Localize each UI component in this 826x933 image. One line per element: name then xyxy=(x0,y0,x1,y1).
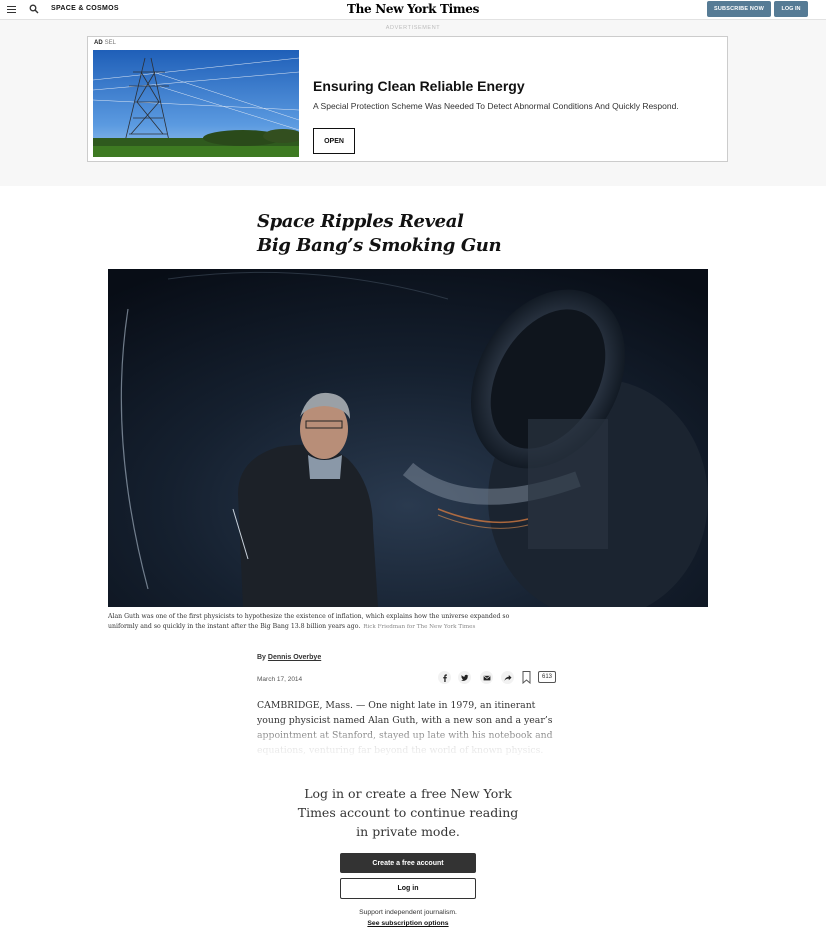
ad-open-button[interactable]: OPEN xyxy=(313,128,355,154)
image-caption: Alan Guth was one of the first physicist… xyxy=(108,612,538,632)
byline: By Dennis Overbye xyxy=(257,654,321,661)
ad-image-power-tower[interactable] xyxy=(93,50,299,157)
twitter-share-button[interactable] xyxy=(458,671,471,684)
headline-line-1: Space Ripples Reveal xyxy=(257,211,464,232)
share-arrow-icon xyxy=(504,674,511,681)
ad-card[interactable]: AD SEL Ensuring Clean Reliable Energy A … xyxy=(87,36,728,162)
headline-line-2: Big Bang’s Smoking Gun xyxy=(257,235,502,256)
subscription-options-link[interactable]: See subscription options xyxy=(0,920,816,927)
more-share-button[interactable] xyxy=(501,671,514,684)
email-icon xyxy=(483,675,490,680)
byline-prefix: By xyxy=(257,654,266,661)
ad-description: A Special Protection Scheme Was Needed T… xyxy=(313,101,679,111)
article-headline: Space Ripples Reveal Big Bang’s Smoking … xyxy=(257,210,577,258)
top-bar: SPACE & COSMOS The New York Times SUBSCR… xyxy=(0,0,826,20)
author-link[interactable]: Dennis Overbye xyxy=(268,654,321,661)
ad-title[interactable]: Ensuring Clean Reliable Energy xyxy=(313,78,525,94)
paywall-fade-overlay xyxy=(240,722,580,762)
ad-band: ADVERTISEMENT AD SEL Ensuring Clean Reli… xyxy=(0,20,826,186)
ad-tag: AD SEL xyxy=(94,40,117,46)
header-login-button[interactable]: LOG IN xyxy=(774,1,808,17)
comment-count-badge[interactable]: 613 xyxy=(538,671,556,683)
subscribe-button[interactable]: SUBSCRIBE NOW xyxy=(707,1,771,17)
masthead-logo[interactable]: The New York Times xyxy=(0,2,826,16)
hero-image-telescope xyxy=(108,269,708,607)
create-free-account-button[interactable]: Create a free account xyxy=(340,853,476,873)
support-journalism-text: Support independent journalism. xyxy=(359,909,457,916)
publish-date: March 17, 2014 xyxy=(257,676,303,683)
paywall-message: Log in or create a free New York Times a… xyxy=(297,786,519,839)
bookmark-icon[interactable] xyxy=(522,671,531,684)
paywall-login-button[interactable]: Log in xyxy=(340,878,476,899)
facebook-share-button[interactable] xyxy=(438,671,451,684)
photo-credit: Rick Friedman for The New York Times xyxy=(363,623,476,630)
advertisement-label: ADVERTISEMENT xyxy=(385,25,441,31)
twitter-icon xyxy=(460,674,468,681)
email-share-button[interactable] xyxy=(480,671,493,684)
facebook-icon xyxy=(442,673,447,682)
